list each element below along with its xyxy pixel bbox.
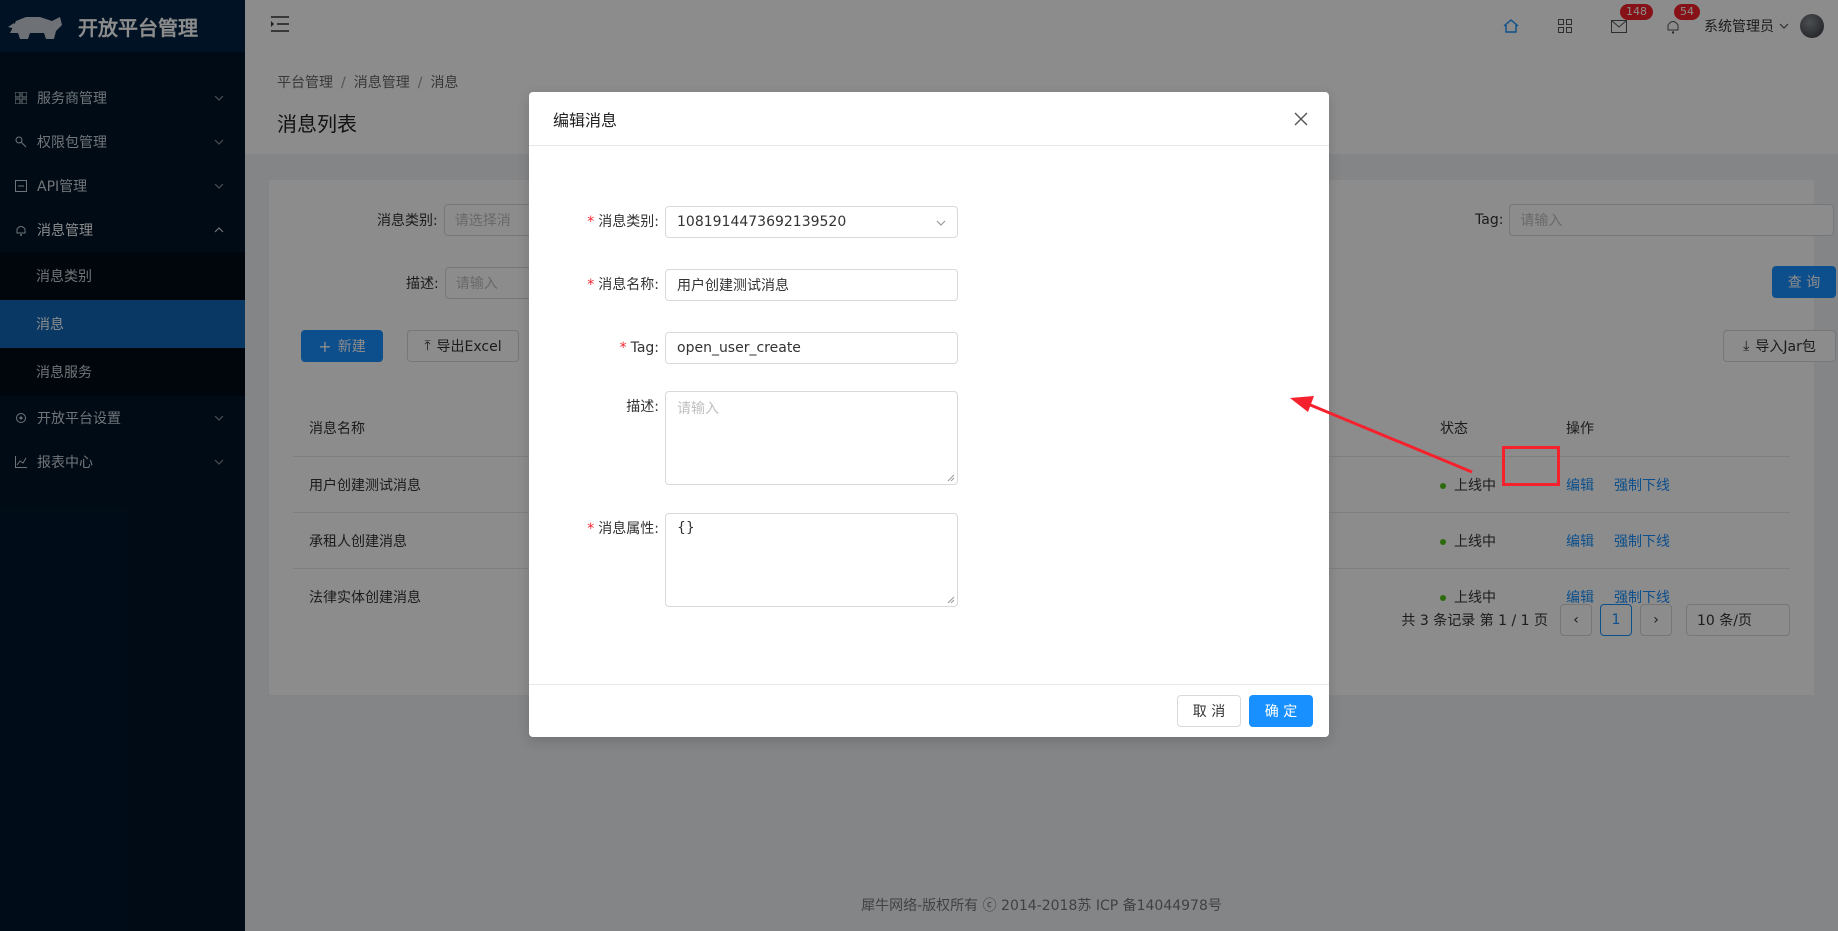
required-mark: * (587, 521, 595, 537)
form-row-category: * 消息类别: 1081914473692139520 (529, 206, 958, 238)
name-input[interactable]: 用户创建测试消息 (665, 269, 958, 301)
form-row-attrs: * 消息属性: {} (529, 513, 958, 607)
label-text: Tag: (630, 340, 659, 356)
close-button[interactable] (1291, 109, 1311, 129)
attrs-label: * 消息属性: (529, 513, 665, 607)
resize-handle-icon[interactable] (947, 596, 955, 604)
label-text: 消息属性: (598, 521, 659, 537)
name-value: 用户创建测试消息 (677, 278, 789, 294)
annotation-arrow (1290, 396, 1473, 474)
desc-placeholder: 请输入 (677, 401, 719, 417)
chevron-down-icon (936, 220, 946, 226)
annotation-highlight-box (1502, 446, 1560, 486)
category-label: * 消息类别: (529, 206, 665, 238)
ok-button[interactable]: 确 定 (1249, 695, 1313, 727)
label-text: 描述: (626, 399, 659, 415)
form-row-name: * 消息名称: 用户创建测试消息 (529, 269, 958, 301)
modal-header: 编辑消息 (529, 92, 1329, 146)
label-text: 消息类别: (598, 214, 659, 230)
attrs-value: {} (677, 520, 695, 536)
tag-value: open_user_create (677, 340, 801, 356)
tag-label: * Tag: (529, 332, 665, 364)
modal-footer: 取 消 确 定 (529, 684, 1329, 737)
category-value: 1081914473692139520 (677, 214, 847, 230)
tag-input[interactable]: open_user_create (665, 332, 958, 364)
cancel-button[interactable]: 取 消 (1177, 695, 1241, 727)
edit-message-modal: 编辑消息 * 消息类别: 1081914473692139520 * 消息名称: 用… (529, 92, 1329, 737)
close-icon (1294, 112, 1308, 126)
required-mark: * (619, 340, 627, 356)
required-mark: * (587, 214, 595, 230)
desc-label: 描述: (529, 391, 665, 485)
form-row-desc: 描述: 请输入 (529, 391, 958, 485)
form-row-tag: * Tag: open_user_create (529, 332, 958, 364)
label-text: 消息名称: (598, 277, 659, 293)
resize-handle-icon[interactable] (947, 474, 955, 482)
modal-title: 编辑消息 (553, 110, 618, 130)
desc-textarea[interactable]: 请输入 (665, 391, 958, 485)
attrs-textarea[interactable]: {} (665, 513, 958, 607)
required-mark: * (587, 277, 595, 293)
category-select[interactable]: 1081914473692139520 (665, 206, 958, 238)
name-label: * 消息名称: (529, 269, 665, 301)
